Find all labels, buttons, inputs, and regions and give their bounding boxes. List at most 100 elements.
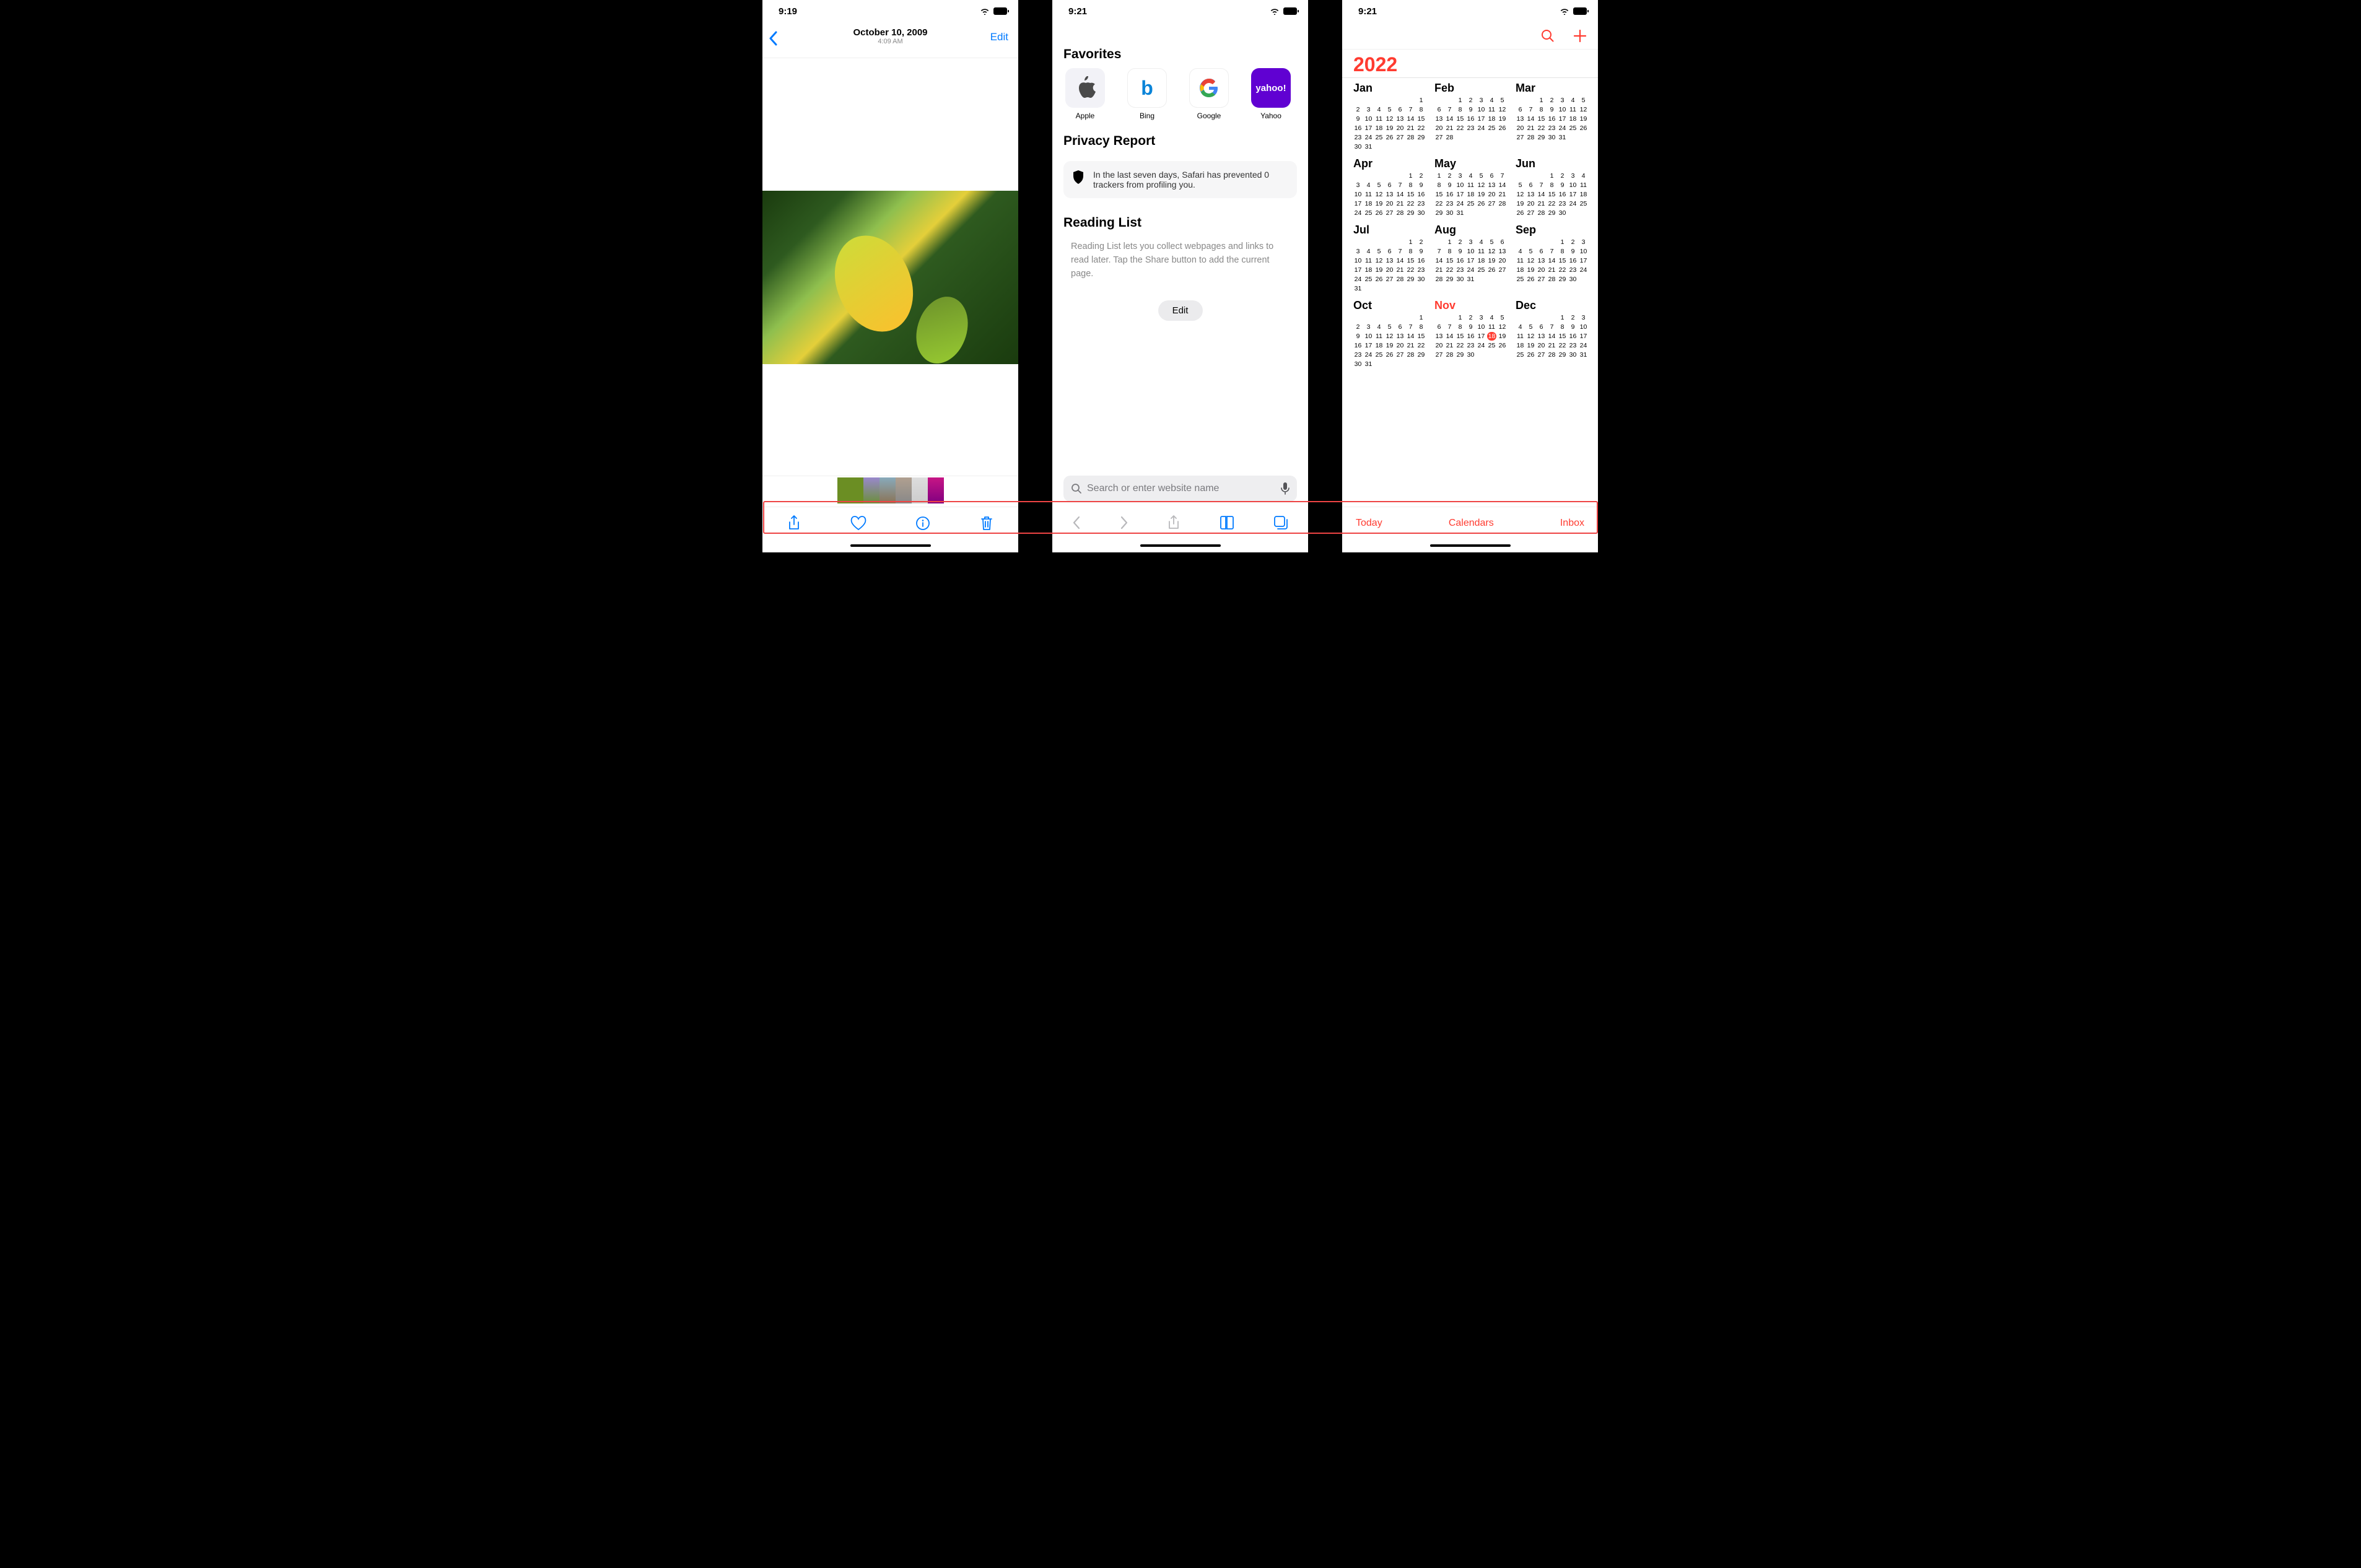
microphone-icon[interactable] — [1281, 482, 1290, 495]
calendar-day[interactable]: 8 — [1406, 247, 1415, 256]
calendar-day[interactable]: 14 — [1434, 256, 1444, 265]
calendar-day[interactable]: 3 — [1455, 172, 1465, 180]
calendar-day[interactable]: 5 — [1374, 247, 1384, 256]
calendar-day[interactable]: 22 — [1537, 124, 1546, 133]
calendar-day[interactable]: 1 — [1455, 96, 1465, 105]
calendar-day[interactable]: 16 — [1568, 256, 1578, 265]
calendar-day[interactable]: 4 — [1487, 96, 1496, 105]
calendar-day[interactable]: 5 — [1516, 181, 1525, 189]
calendar-day[interactable]: 15 — [1455, 332, 1465, 341]
calendar-day[interactable]: 5 — [1487, 238, 1496, 246]
calendar-day[interactable]: 27 — [1516, 133, 1525, 142]
calendar-day[interactable]: 11 — [1516, 256, 1525, 265]
calendar-day[interactable]: 11 — [1487, 323, 1496, 331]
calendar-day[interactable]: 10 — [1568, 181, 1578, 189]
thumbnail[interactable] — [863, 477, 879, 503]
calendar-day[interactable]: 20 — [1395, 341, 1405, 350]
calendar-day[interactable]: 6 — [1498, 238, 1507, 246]
calendar-day[interactable]: 10 — [1455, 181, 1465, 189]
calendar-day[interactable]: 12 — [1477, 181, 1486, 189]
calendar-day[interactable]: 7 — [1395, 247, 1405, 256]
calendar-day[interactable]: 21 — [1526, 124, 1535, 133]
calendar-day[interactable]: 22 — [1558, 266, 1567, 274]
calendar-day[interactable]: 23 — [1558, 199, 1567, 208]
calendar-day[interactable]: 17 — [1364, 341, 1373, 350]
favorite-apple[interactable]: Apple — [1063, 68, 1107, 120]
calendar-day[interactable]: 18 — [1516, 266, 1525, 274]
thumbnail[interactable] — [837, 477, 863, 503]
calendar-day[interactable]: 21 — [1445, 124, 1454, 133]
favorite-google[interactable]: Google — [1187, 68, 1231, 120]
calendar-day[interactable]: 5 — [1498, 313, 1507, 322]
url-search-field[interactable]: Search or enter website name — [1063, 476, 1297, 502]
calendar-day[interactable]: 27 — [1395, 133, 1405, 142]
calendar-day[interactable]: 9 — [1568, 247, 1578, 256]
calendar-day[interactable]: 21 — [1406, 341, 1415, 350]
calendar-day[interactable]: 6 — [1385, 247, 1394, 256]
calendar-day[interactable]: 18 — [1516, 341, 1525, 350]
calendar-day[interactable]: 5 — [1385, 105, 1394, 114]
calendar-day[interactable]: 13 — [1487, 181, 1496, 189]
calendar-day[interactable]: 30 — [1568, 351, 1578, 359]
calendar-day[interactable]: 15 — [1537, 115, 1546, 123]
calendar-day[interactable]: 25 — [1516, 351, 1525, 359]
calendar-day[interactable]: 25 — [1374, 351, 1384, 359]
info-icon[interactable] — [915, 516, 930, 531]
calendar-day[interactable]: 31 — [1353, 284, 1363, 293]
calendar-day[interactable]: 7 — [1526, 105, 1535, 114]
calendar-day[interactable]: 6 — [1395, 323, 1405, 331]
calendar-day[interactable]: 15 — [1434, 190, 1444, 199]
month-jun[interactable]: Jun1234567891011121314151617181920212223… — [1516, 157, 1588, 217]
calendar-day[interactable]: 9 — [1445, 181, 1454, 189]
calendar-day[interactable]: 5 — [1498, 96, 1507, 105]
calendar-day[interactable]: 24 — [1558, 124, 1567, 133]
calendar-day[interactable]: 12 — [1385, 115, 1394, 123]
calendar-day[interactable]: 13 — [1516, 115, 1525, 123]
calendar-day[interactable]: 22 — [1406, 199, 1415, 208]
month-jan[interactable]: Jan1234567891011121314151617181920212223… — [1353, 82, 1426, 151]
thumbnail[interactable] — [912, 477, 928, 503]
calendar-day[interactable]: 1 — [1416, 96, 1426, 105]
calendar-day[interactable]: 20 — [1434, 124, 1444, 133]
calendar-day[interactable]: 26 — [1374, 209, 1384, 217]
calendar-day[interactable]: 24 — [1568, 199, 1578, 208]
calendar-day[interactable]: 27 — [1434, 133, 1444, 142]
calendar-day[interactable]: 3 — [1353, 181, 1363, 189]
calendar-day[interactable]: 7 — [1547, 323, 1556, 331]
calendar-day[interactable]: 22 — [1416, 124, 1426, 133]
month-nov[interactable]: Nov1234567891011121314151617181920212223… — [1434, 299, 1507, 368]
inbox-button[interactable]: Inbox — [1560, 518, 1584, 529]
calendar-day[interactable]: 26 — [1526, 275, 1535, 284]
calendar-day[interactable]: 27 — [1487, 199, 1496, 208]
calendar-day[interactable]: 30 — [1416, 209, 1426, 217]
month-jul[interactable]: Jul1234567891011121314151617181920212223… — [1353, 224, 1426, 293]
calendar-day[interactable]: 6 — [1526, 181, 1535, 189]
month-apr[interactable]: Apr1234567891011121314151617181920212223… — [1353, 157, 1426, 217]
calendar-day[interactable]: 22 — [1434, 199, 1444, 208]
calendar-day[interactable]: 17 — [1579, 256, 1588, 265]
calendar-day[interactable]: 5 — [1374, 181, 1384, 189]
calendar-day[interactable]: 12 — [1385, 332, 1394, 341]
calendar-day[interactable]: 24 — [1579, 341, 1588, 350]
today-button[interactable]: Today — [1356, 518, 1382, 529]
calendar-day[interactable]: 19 — [1374, 199, 1384, 208]
calendar-day[interactable]: 6 — [1537, 247, 1546, 256]
calendar-day[interactable]: 16 — [1568, 332, 1578, 341]
calendar-day[interactable]: 4 — [1579, 172, 1588, 180]
calendar-day[interactable]: 18 — [1579, 190, 1588, 199]
calendar-day[interactable]: 27 — [1395, 351, 1405, 359]
month-mar[interactable]: Mar1234567891011121314151617181920212223… — [1516, 82, 1588, 151]
calendar-day[interactable]: 3 — [1364, 323, 1373, 331]
calendar-day[interactable]: 22 — [1416, 341, 1426, 350]
calendar-day[interactable]: 22 — [1547, 199, 1556, 208]
calendar-day[interactable]: 25 — [1466, 199, 1475, 208]
calendar-day[interactable]: 9 — [1547, 105, 1556, 114]
calendar-day[interactable]: 8 — [1434, 181, 1444, 189]
calendar-day[interactable]: 26 — [1526, 351, 1535, 359]
calendar-day[interactable]: 11 — [1374, 332, 1384, 341]
calendar-day[interactable]: 1 — [1558, 238, 1567, 246]
calendar-day[interactable]: 3 — [1466, 238, 1475, 246]
calendar-day[interactable]: 4 — [1516, 323, 1525, 331]
thumbnail-strip[interactable] — [762, 476, 1018, 507]
calendar-day[interactable]: 12 — [1526, 256, 1535, 265]
